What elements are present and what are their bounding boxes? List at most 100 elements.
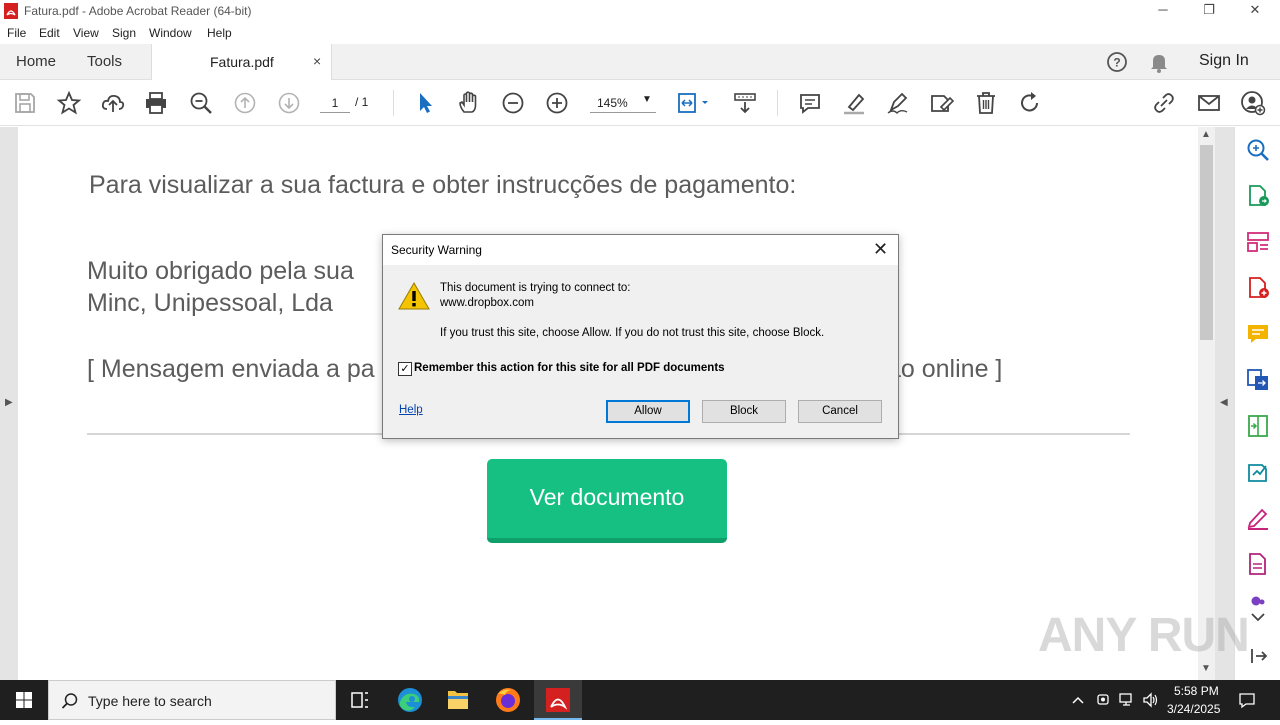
edge-icon [398,688,422,712]
remember-checkbox-label[interactable]: Remember this action for this site for a… [414,362,725,374]
tab-document-label: Fatura.pdf [210,54,274,70]
menu-edit[interactable]: Edit [39,26,60,40]
combine-files-icon[interactable] [1245,367,1271,393]
menu-window[interactable]: Window [149,26,192,40]
document-line: Minc, Unipessoal, Lda [87,289,333,317]
select-cursor-icon[interactable] [412,90,438,116]
menu-sign[interactable]: Sign [112,26,136,40]
menu-help[interactable]: Help [207,26,232,40]
close-window-button[interactable]: ✕ [1232,2,1278,20]
firefox-app[interactable] [484,680,532,720]
share-link-icon[interactable] [1151,90,1177,116]
folder-icon [448,691,468,709]
tab-home[interactable]: Home [16,53,56,70]
fit-page-icon[interactable] [676,90,716,116]
scroll-down-icon[interactable]: ▼ [1201,663,1211,674]
tab-document[interactable]: Fatura.pdf × [151,44,332,81]
sign-pen-icon[interactable] [1245,505,1271,531]
email-icon[interactable] [1196,90,1222,116]
document-line: Muito obrigado pela sua [87,257,354,285]
comment-tool-icon[interactable] [1245,321,1271,347]
page-total: / 1 [355,95,369,109]
block-button[interactable]: Block [702,400,786,423]
hand-tool-icon[interactable] [456,90,482,116]
vertical-scrollbar[interactable]: ▲ ▼ [1198,127,1215,680]
pen-draw-icon[interactable] [885,90,911,116]
remember-checkbox[interactable]: ✓ [398,362,412,376]
dialog-title-bar: Security Warning ✕ [383,235,898,265]
firefox-icon [496,688,520,712]
close-tab-icon[interactable]: × [313,53,321,69]
comment-icon[interactable] [797,90,823,116]
maximize-button[interactable]: ❐ [1186,2,1232,20]
dialog-title: Security Warning [391,243,482,257]
scroll-up-icon[interactable]: ▲ [1201,129,1211,140]
collapse-left-pane-icon[interactable]: ▶ [5,397,13,408]
edit-sign-icon[interactable] [929,90,955,116]
trash-icon[interactable] [973,90,999,116]
tab-tools[interactable]: Tools [87,53,122,70]
volume-icon[interactable] [1142,692,1160,708]
minimize-button[interactable]: ─ [1140,2,1186,20]
search-tool-icon[interactable] [1245,137,1271,163]
clock-time[interactable]: 5:58 PM [1174,684,1219,698]
previous-page-icon[interactable] [232,90,258,116]
star-icon[interactable] [56,90,82,116]
task-view-button[interactable] [336,680,384,720]
sign-in-button[interactable]: Sign In [1199,52,1249,70]
zoom-out-icon[interactable] [500,90,526,116]
allow-button[interactable]: Allow [606,400,690,423]
zoom-out-search-icon[interactable] [188,90,214,116]
acrobat-app-icon [4,3,18,19]
acrobat-icon [546,688,570,712]
rotate-icon[interactable] [1017,90,1043,116]
dialog-url: www.dropbox.com [440,297,534,309]
menu-view[interactable]: View [73,26,99,40]
page-number-input[interactable] [320,93,350,113]
collapse-right-pane-icon[interactable]: ◀ [1220,397,1228,408]
edge-app[interactable] [386,680,434,720]
export-pdf-icon[interactable] [1245,183,1271,209]
highlighter-icon[interactable] [841,90,867,116]
cancel-button[interactable]: Cancel [798,400,882,423]
notifications-icon[interactable] [1238,691,1256,709]
toolbar: / 1 145% ▼ [0,80,1280,126]
dialog-close-icon[interactable]: ✕ [873,239,888,260]
chevron-down-icon[interactable] [1245,611,1271,625]
windows-logo-icon [16,692,32,708]
tab-bar: Home Tools Fatura.pdf × ? Sign In [0,44,1280,81]
network-device-icon[interactable] [1095,692,1111,708]
start-button[interactable] [0,680,48,720]
more-tools-icon[interactable] [1245,593,1271,607]
save-icon[interactable] [12,90,38,116]
scrollbar-thumb[interactable] [1200,145,1213,340]
document-line: [ Mensagem enviada a pa [87,355,375,383]
organize-pages-icon[interactable] [1245,229,1271,255]
fill-sign-icon[interactable] [1245,459,1271,485]
collapse-pane-icon[interactable] [1245,643,1271,669]
help-icon[interactable]: ? [1106,51,1128,73]
chevron-up-icon[interactable] [1071,694,1085,706]
print-icon[interactable] [143,90,169,116]
create-pdf-icon[interactable] [1245,275,1271,301]
right-tools-pane [1234,127,1280,680]
scroll-mode-icon[interactable] [732,90,758,116]
next-page-icon[interactable] [276,90,302,116]
add-user-icon[interactable] [1240,90,1266,116]
help-link[interactable]: Help [399,404,423,416]
compress-pdf-icon[interactable] [1245,413,1271,439]
menu-file[interactable]: File [7,26,26,40]
zoom-dropdown[interactable]: 145% ▼ [590,93,656,113]
acrobat-reader-app[interactable] [534,680,582,720]
network-icon[interactable] [1118,692,1136,708]
bell-icon[interactable] [1148,51,1170,73]
view-document-button[interactable]: Ver documento [487,459,727,543]
taskbar-search-box[interactable]: Type here to search [48,680,336,720]
document-heading: Para visualizar a sua factura e obter in… [89,171,797,199]
upload-cloud-icon[interactable] [100,90,126,116]
clock-date[interactable]: 3/24/2025 [1167,702,1220,716]
zoom-in-icon[interactable] [544,90,570,116]
document-tool-icon[interactable] [1245,551,1271,577]
watermark: ANY RUN [1038,609,1250,662]
file-explorer-app[interactable] [434,680,482,720]
